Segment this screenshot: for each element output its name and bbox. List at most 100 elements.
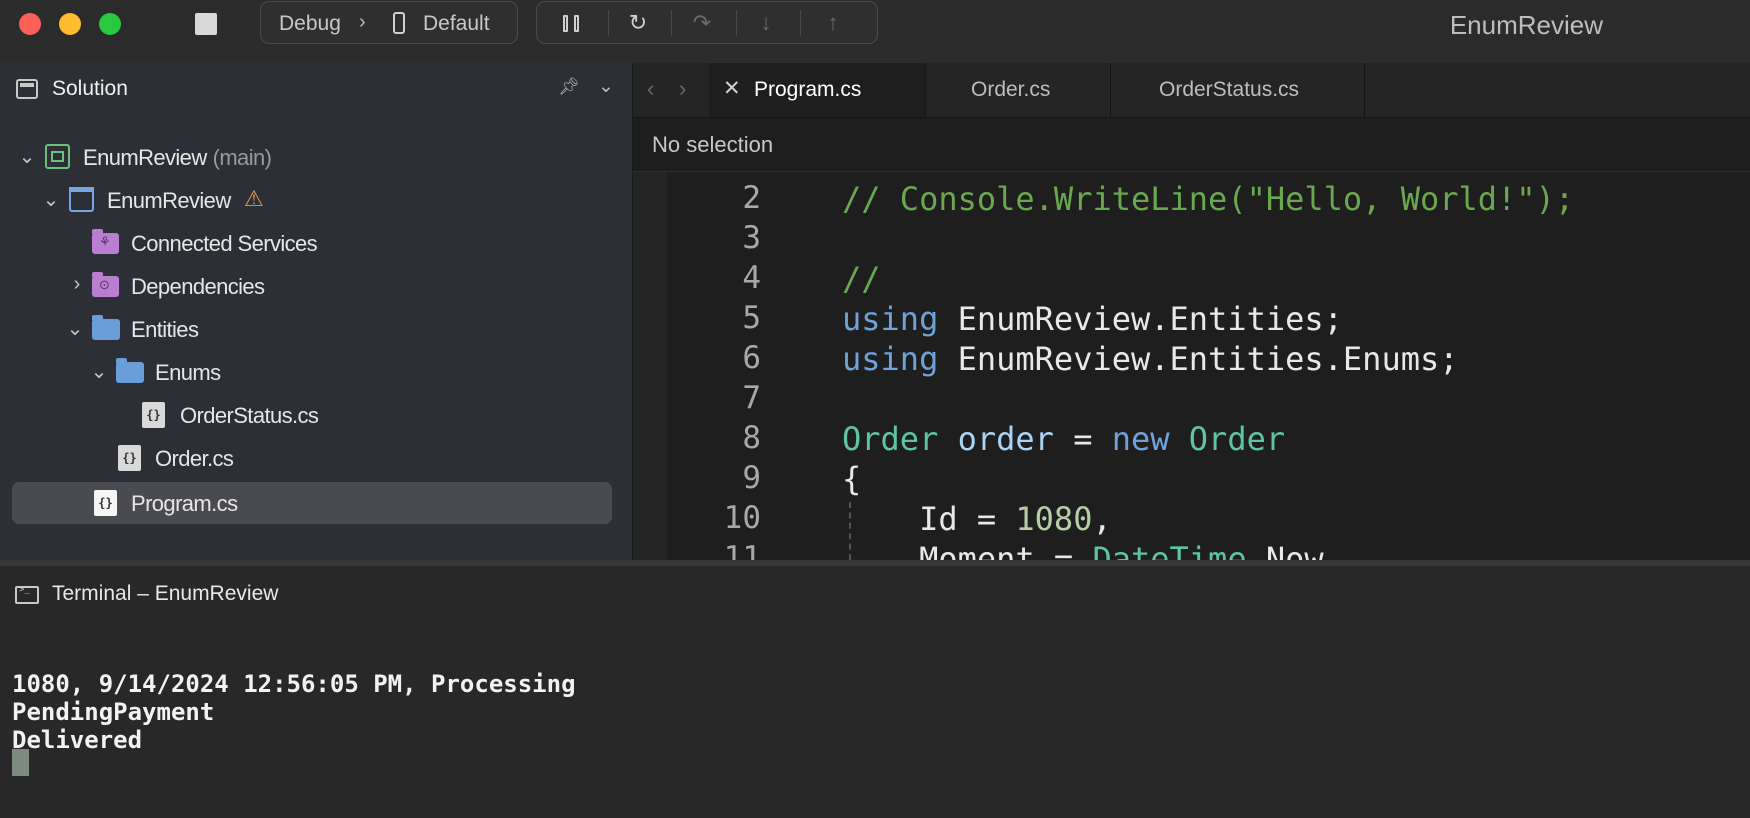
terminal-output-line: PendingPayment [12, 698, 215, 726]
pause-button[interactable] [559, 10, 589, 36]
step-over-icon: ↷ [692, 10, 712, 35]
solution-pane-icon [16, 79, 38, 99]
pause-icon [563, 15, 568, 32]
folder-icon [116, 358, 144, 383]
tree-item-project[interactable]: ⌄ EnumReview ⚠ [12, 179, 612, 221]
window-title: EnumReview [1449, 10, 1603, 40]
code-token: DateTime [1092, 540, 1247, 560]
chevron-down-icon[interactable]: ⌄ [598, 75, 614, 98]
tree-item-order-file[interactable]: {} Order.cs [12, 437, 612, 479]
run-configuration-selector[interactable]: Debug › Default [260, 1, 518, 44]
code-text: Order order = new Order [842, 420, 1285, 458]
code-line[interactable]: 9{ [633, 460, 1750, 500]
tree-item-label: EnumReview [83, 145, 207, 170]
code-line[interactable]: 4 // [633, 260, 1750, 300]
code-token: EnumReview.Entities; [938, 300, 1343, 338]
minimize-window-button[interactable] [59, 13, 81, 35]
code-line[interactable]: 7 [633, 380, 1750, 420]
tree-item-label: Order.cs [155, 446, 234, 471]
tree-item-dependencies[interactable]: › ⊙ Dependencies [12, 265, 612, 307]
line-number: 9 [742, 460, 761, 496]
code-text: Id = 1080, [842, 500, 1112, 538]
csharp-file-icon: {} [142, 402, 165, 428]
device-label: Default [423, 12, 490, 35]
tree-item-orderstatus-file[interactable]: {} OrderStatus.cs [12, 394, 612, 436]
tree-item-entities-folder[interactable]: ⌄ Entities [12, 308, 612, 350]
code-line[interactable]: 6 using EnumReview.Entities.Enums; [633, 340, 1750, 380]
code-line[interactable]: 3 [633, 220, 1750, 260]
line-number: 5 [742, 300, 761, 336]
warning-icon[interactable]: ⚠ [244, 186, 264, 212]
code-token: = [1053, 420, 1112, 458]
restart-icon: ↻ [628, 10, 648, 35]
chevron-down-icon[interactable]: ⌄ [89, 359, 109, 384]
code-token: new [1111, 420, 1170, 458]
code-line[interactable]: 8 Order order = new Order [633, 420, 1750, 460]
code-editor[interactable]: 2 // Console.WriteLine("Hello, World!"); 3… [633, 172, 1750, 560]
debug-toolbar: ↻ ↷ ↓ ↑ [536, 1, 878, 44]
forward-arrow-icon[interactable]: › [679, 76, 686, 102]
chevron-right-icon: › [359, 11, 366, 33]
dependencies-icon: ⊙ [92, 272, 119, 297]
tree-item-label: Program.cs [131, 491, 238, 516]
connected-services-icon: ⚘ [92, 229, 119, 254]
code-token: Order [1188, 420, 1286, 458]
code-token: using [842, 300, 939, 338]
terminal-icon [15, 585, 39, 604]
tree-item-label: OrderStatus.cs [180, 403, 319, 428]
tab-orderstatus-cs[interactable]: OrderStatus.cs [1111, 63, 1365, 117]
close-icon[interactable]: ✕ [723, 76, 741, 101]
tree-item-program-file[interactable]: {} Program.cs [12, 482, 612, 524]
terminal-output-line: 1080, 9/14/2024 12:56:05 PM, Processing [12, 670, 576, 698]
code-line[interactable]: 11 Moment = DateTime.Now [633, 540, 1750, 560]
breadcrumb-bar[interactable]: No selection [633, 118, 1750, 172]
line-number: 8 [742, 420, 761, 456]
code-line[interactable]: 10 Id = 1080, [633, 500, 1750, 540]
code-token: order [957, 420, 1054, 458]
code-token: Order [842, 420, 939, 458]
zoom-window-button[interactable] [99, 13, 121, 35]
tree-item-label: Enums [155, 360, 221, 385]
code-text: using EnumReview.Entities; [842, 300, 1343, 338]
tab-label: Program.cs [754, 78, 862, 101]
tab-program-cs[interactable]: ✕ Program.cs [709, 63, 926, 117]
indent-guide [849, 502, 851, 560]
close-window-button[interactable] [19, 13, 41, 35]
code-token: using [842, 340, 939, 378]
step-out-icon: ↑ [827, 10, 839, 35]
code-line[interactable]: 5 using EnumReview.Entities; [633, 300, 1750, 340]
code-text: { [842, 460, 861, 498]
chevron-down-icon[interactable]: ⌄ [41, 187, 61, 212]
step-out-button[interactable]: ↑ [818, 10, 848, 36]
code-token: EnumReview.Entities.Enums; [938, 340, 1459, 378]
code-token: 1080 [1015, 500, 1093, 538]
restart-button[interactable]: ↻ [623, 10, 653, 36]
chevron-right-icon[interactable]: › [67, 273, 87, 296]
code-line[interactable]: 2 // Console.WriteLine("Hello, World!"); [633, 180, 1750, 220]
chevron-down-icon[interactable]: ⌄ [17, 144, 37, 169]
tree-item-connected-services[interactable]: ⚘ Connected Services [12, 222, 612, 264]
line-number: 6 [742, 340, 761, 376]
tab-order-cs[interactable]: Order.cs [926, 63, 1111, 117]
back-arrow-icon[interactable]: ‹ [647, 76, 654, 102]
step-over-button[interactable]: ↷ [687, 10, 717, 36]
code-token: , [1092, 500, 1112, 538]
code-token: Moment = [842, 540, 1093, 560]
tree-item-solution[interactable]: ⌄ EnumReview (main) [12, 136, 612, 178]
stop-button[interactable] [195, 13, 217, 35]
terminal-pane[interactable]: Terminal – EnumReview 1080, 9/14/2024 12… [0, 566, 1750, 818]
code-text: Moment = DateTime.Now [842, 540, 1324, 560]
chevron-down-icon[interactable]: ⌄ [65, 316, 85, 341]
solution-icon [45, 144, 70, 169]
step-into-button[interactable]: ↓ [751, 10, 781, 36]
line-number: 3 [742, 220, 761, 256]
tree-item-enums-folder[interactable]: ⌄ Enums [12, 351, 612, 393]
code-token: // Console.WriteLine("Hello, World!"); [842, 180, 1575, 218]
line-number: 7 [742, 380, 761, 416]
csharp-file-icon: {} [118, 445, 141, 471]
breadcrumb: No selection [652, 132, 774, 157]
code-text: // [842, 260, 881, 298]
tab-label: Order.cs [971, 78, 1051, 101]
pin-icon[interactable]: 📌︎ [558, 77, 580, 97]
